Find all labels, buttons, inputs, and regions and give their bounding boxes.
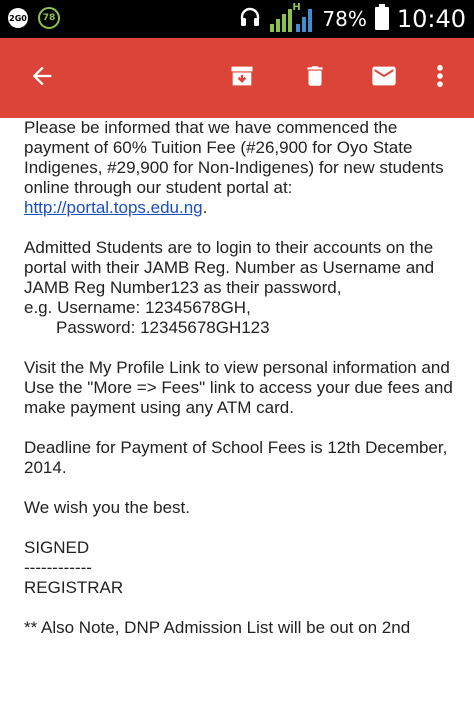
paragraph-wishes: We wish you the best. <box>24 498 190 517</box>
status-bar: 2G0 78 H 78% 10:40 <box>0 0 474 38</box>
battery-icon <box>374 4 389 34</box>
paragraph-deadline: Deadline for Payment of School Fees is 1… <box>24 438 448 477</box>
notification-count-badge: 78 <box>38 7 60 29</box>
paragraph-login: Admitted Students are to login to their … <box>24 238 454 338</box>
signature-block: SIGNED ------------ REGISTRAR <box>24 538 454 598</box>
portal-link[interactable]: http://portal.tops.edu.ng <box>24 198 203 217</box>
back-arrow-icon <box>28 62 56 94</box>
email-toolbar <box>0 38 474 118</box>
mail-icon <box>368 62 400 94</box>
trash-icon <box>302 62 328 94</box>
more-options-button[interactable] <box>412 38 468 118</box>
payment-text: Please be informed that we have commence… <box>24 118 444 197</box>
clock: 10:40 <box>396 5 466 33</box>
example-password: Password: 12345678GH123 <box>56 318 270 337</box>
paragraph-note: ** Also Note, DNP Admission List will be… <box>24 618 411 637</box>
network-type-label: H <box>292 2 301 13</box>
archive-icon <box>228 62 256 94</box>
network-speed-badge: 2G0 <box>8 8 28 28</box>
email-body: Please be informed that we have commence… <box>24 118 454 658</box>
signature-dashes: ------------ <box>24 558 92 577</box>
battery-percent: 78% <box>322 7 367 31</box>
signal-icon: H <box>270 2 314 32</box>
payment-text-end: . <box>202 198 208 217</box>
paragraph-profile: Visit the My Profile Link to view person… <box>24 358 453 417</box>
paragraph-payment: Please be informed that we have commence… <box>24 118 454 218</box>
more-vert-icon <box>435 62 445 94</box>
headset-icon <box>238 5 262 33</box>
example-username: e.g. Username: 12345678GH, <box>24 298 251 317</box>
signed-label: SIGNED <box>24 538 90 557</box>
login-text: Admitted Students are to login to their … <box>24 238 435 297</box>
archive-button[interactable] <box>214 38 270 118</box>
delete-button[interactable] <box>287 38 343 118</box>
mark-unread-button[interactable] <box>356 38 412 118</box>
registrar-label: REGISTRAR <box>24 578 124 597</box>
back-button[interactable] <box>14 38 70 118</box>
